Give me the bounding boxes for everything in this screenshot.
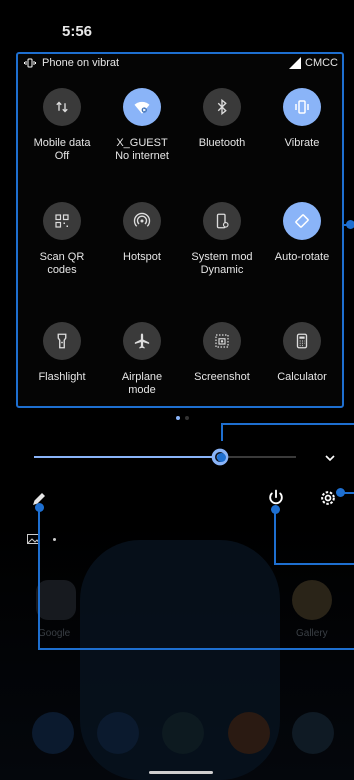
qs-header: Phone on vibrat CMCC [24, 57, 342, 69]
tile-toggle[interactable] [43, 202, 81, 240]
tile-label-primary: Flashlight [38, 371, 86, 383]
camera-app-icon[interactable] [292, 712, 334, 754]
annotation-dot [35, 503, 44, 512]
calculator-icon [296, 333, 308, 349]
tile-label: Flashlight [22, 371, 102, 384]
bluetooth-icon [217, 98, 227, 116]
tile-label: Screenshot [182, 371, 262, 384]
tile-toggle[interactable] [43, 322, 81, 360]
wifi-icon [134, 101, 150, 114]
tile-label: Hotspot [102, 251, 182, 264]
tile-label-primary: System mod [191, 251, 253, 263]
tile-mobile-data[interactable]: Mobile data Off [22, 88, 102, 163]
auto-rotate-icon [295, 214, 309, 228]
tile-label: System mod Dynamic [182, 251, 262, 277]
tile-label-secondary: codes [47, 264, 77, 276]
tile-toggle[interactable] [283, 202, 321, 240]
tile-qr[interactable]: Scan QR codes [22, 202, 102, 277]
screenshot-icon [215, 334, 229, 348]
play-store-app-icon[interactable] [162, 712, 204, 754]
tile-label-primary: Scan QR [39, 251, 85, 263]
tile-label-secondary: No internet [115, 150, 169, 162]
flashlight-icon [57, 333, 67, 349]
tile-screenshot[interactable]: Screenshot [182, 322, 262, 384]
tile-toggle[interactable] [203, 322, 241, 360]
tile-toggle[interactable] [283, 322, 321, 360]
page-dot [185, 416, 189, 420]
page-dot-active [176, 416, 180, 420]
tile-toggle[interactable] [203, 202, 241, 240]
chevron-down-icon[interactable] [322, 450, 338, 466]
tile-label: Vibrate [262, 137, 342, 150]
tile-system-mode[interactable]: System mod Dynamic [182, 202, 262, 277]
tile-label-primary: Calculator [277, 371, 327, 383]
airplane-icon [134, 333, 150, 349]
chrome-app-icon[interactable] [228, 712, 270, 754]
annotation-dot [346, 220, 354, 229]
tile-label: Mobile data Off [22, 137, 102, 163]
tile-label-primary: Screenshot [194, 371, 250, 383]
tile-label: Calculator [262, 371, 342, 384]
tile-hotspot[interactable]: Hotspot [102, 202, 182, 264]
tile-bluetooth[interactable]: Bluetooth [182, 88, 262, 150]
tile-airplane[interactable]: Airplane mode [102, 322, 182, 397]
tile-toggle[interactable] [203, 88, 241, 126]
tile-label-secondary: Dynamic [200, 264, 244, 276]
vibrate-status-icon [24, 58, 36, 68]
tile-label: Bluetooth [182, 137, 262, 150]
tile-label-primary: Hotspot [123, 251, 161, 263]
tile-label-primary: Airplane [121, 371, 163, 383]
tile-label: X_GUEST No internet [102, 137, 182, 163]
brightness-fill [34, 456, 220, 458]
tile-label-primary: Mobile data [33, 137, 91, 149]
tile-toggle[interactable] [123, 322, 161, 360]
mobile-data-icon [56, 101, 68, 113]
status-time: 5:56 [62, 23, 93, 40]
tile-label-primary: Auto-rotate [274, 251, 330, 263]
tile-toggle[interactable] [123, 88, 161, 126]
phone-app-icon[interactable] [32, 712, 74, 754]
tile-label: Airplane mode [102, 371, 182, 397]
tile-label-secondary: Off [54, 150, 70, 162]
page-indicator [176, 416, 189, 420]
signal-icon [289, 57, 301, 69]
hotspot-icon [133, 212, 151, 227]
tile-label-primary: X_GUEST [116, 137, 168, 149]
qr-icon [55, 214, 69, 228]
system-mode-icon [216, 213, 229, 229]
annotation-line [221, 423, 354, 441]
tile-auto-rotate[interactable]: Auto-rotate [262, 202, 342, 264]
tile-toggle[interactable] [123, 202, 161, 240]
vibrate-icon [295, 100, 309, 114]
tile-toggle[interactable] [43, 88, 81, 126]
tile-label-primary: Bluetooth [198, 137, 246, 149]
annotation-dot [336, 488, 345, 497]
messages-app-icon[interactable] [97, 712, 139, 754]
tile-label-primary: Vibrate [284, 137, 320, 149]
ringer-mode-text: Phone on vibrat [42, 57, 120, 69]
carrier-name: CMCC [305, 57, 338, 69]
tile-flashlight[interactable]: Flashlight [22, 322, 102, 384]
tile-calculator[interactable]: Calculator [262, 322, 342, 384]
tile-vibrate[interactable]: Vibrate [262, 88, 342, 150]
tile-label-secondary: mode [128, 384, 156, 396]
tile-label: Auto-rotate [262, 251, 342, 264]
tile-label: Scan QR codes [22, 251, 102, 277]
tile-wifi[interactable]: X_GUEST No internet [102, 88, 182, 163]
annotation-line [38, 508, 354, 650]
gesture-nav-handle[interactable] [149, 771, 213, 774]
annotation-dot [217, 453, 226, 462]
gear-icon[interactable] [318, 488, 338, 508]
tile-toggle[interactable] [283, 88, 321, 126]
